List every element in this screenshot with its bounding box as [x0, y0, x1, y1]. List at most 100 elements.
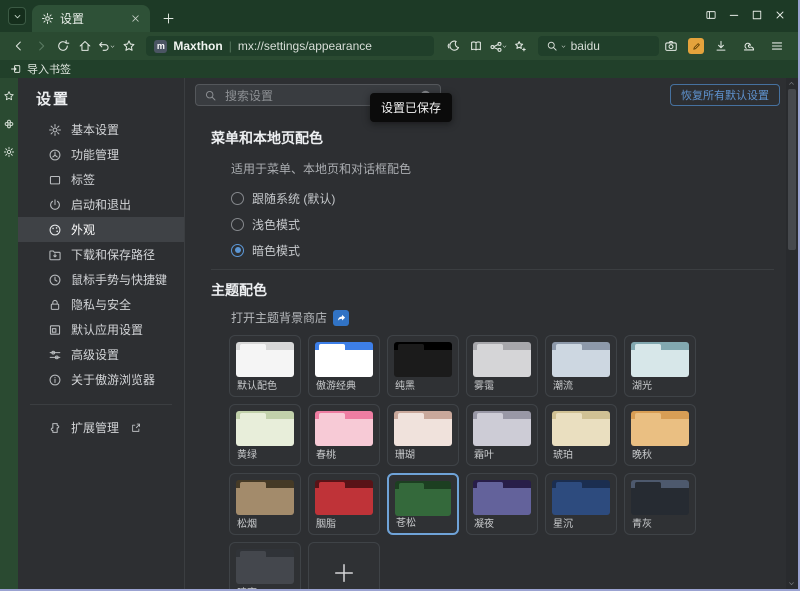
- open-theme-store-button[interactable]: [333, 310, 349, 326]
- theme-card[interactable]: 暗夜: [229, 542, 301, 589]
- theme-card[interactable]: 纯黑: [387, 335, 459, 397]
- scrollbar-thumb[interactable]: [788, 89, 796, 250]
- theme-name: 纯黑: [395, 377, 415, 392]
- sidebar-item-gear[interactable]: 基本设置: [18, 117, 184, 142]
- rail-favorites-button[interactable]: [3, 90, 15, 102]
- sidebar-item-tab[interactable]: 标签: [18, 167, 184, 192]
- tab-close-icon[interactable]: [130, 13, 141, 24]
- scroll-down-arrow[interactable]: [787, 579, 796, 588]
- theme-store-link[interactable]: 打开主题背景商店: [231, 309, 327, 326]
- restore-defaults-button[interactable]: 恢复所有默认设置: [670, 84, 780, 106]
- sidebar-item-power[interactable]: 启动和退出: [18, 192, 184, 217]
- menu-item-icon: [48, 373, 62, 387]
- tab-settings[interactable]: 设置: [32, 5, 150, 32]
- chevron-down-icon: [560, 43, 567, 50]
- forward-button[interactable]: [30, 35, 51, 57]
- theme-card[interactable]: 苍松: [387, 473, 459, 535]
- theme-name: 松烟: [237, 515, 257, 530]
- external-link-icon: [130, 422, 142, 434]
- theme-swatch: [394, 342, 452, 377]
- rail-settings-button[interactable]: [3, 146, 15, 158]
- pencil-icon: [691, 41, 702, 52]
- new-tab-button[interactable]: [162, 12, 175, 25]
- screenshot-button[interactable]: [660, 35, 682, 57]
- favorite-button[interactable]: [118, 35, 139, 57]
- theme-card[interactable]: 湖光: [624, 335, 696, 397]
- star-sparkle-icon: [513, 39, 527, 53]
- radio-option[interactable]: 浅色模式: [231, 217, 784, 231]
- theme-card[interactable]: 潮流: [545, 335, 617, 397]
- menu-item-icon: [48, 348, 62, 362]
- sidebar-item-info[interactable]: 关于傲游浏览器: [18, 367, 184, 392]
- side-rail: [0, 78, 18, 589]
- radio-option[interactable]: 暗色模式: [231, 243, 784, 257]
- radio-icon[interactable]: [231, 192, 244, 205]
- window-body: 设置已保存 设置 基本设置 功能管理 标签 启动和退出 外观 下载和保存路径 鼠…: [0, 78, 798, 589]
- theme-name: 潮流: [553, 377, 573, 392]
- back-button[interactable]: [8, 35, 29, 57]
- back-icon: [12, 39, 26, 53]
- home-button[interactable]: [74, 35, 95, 57]
- settings-page: 设置已保存 设置 基本设置 功能管理 标签 启动和退出 外观 下载和保存路径 鼠…: [18, 78, 798, 589]
- radio-option[interactable]: 跟随系统 (默认): [231, 191, 784, 205]
- scroll-up-arrow[interactable]: [787, 79, 796, 88]
- section-title-color-scheme: 菜单和本地页配色: [211, 128, 784, 148]
- main-menu-button[interactable]: [766, 35, 788, 57]
- theme-name: 霜叶: [474, 446, 494, 461]
- sidebar-item-lock[interactable]: 隐私与安全: [18, 292, 184, 317]
- plus-icon: [162, 12, 175, 25]
- theme-card[interactable]: 晚秋: [624, 404, 696, 466]
- sidebar-item-palette[interactable]: 外观: [18, 217, 184, 242]
- close-button[interactable]: [774, 9, 786, 21]
- theme-card[interactable]: 黄绿: [229, 404, 301, 466]
- theme-card[interactable]: 傲游经典: [308, 335, 380, 397]
- reload-button[interactable]: [52, 35, 73, 57]
- theme-card[interactable]: 松烟: [229, 473, 301, 535]
- workspace-button[interactable]: [705, 9, 717, 21]
- swatch-body: [236, 557, 294, 584]
- reading-mode-button[interactable]: [465, 35, 486, 57]
- sidebar-item-func[interactable]: 功能管理: [18, 142, 184, 167]
- theme-swatch: [552, 480, 610, 515]
- theme-card[interactable]: 珊瑚: [387, 404, 459, 466]
- radio-icon[interactable]: [231, 244, 244, 257]
- settings-sidebar: 设置 基本设置 功能管理 标签 启动和退出 外观 下载和保存路径 鼠标手势与快捷…: [18, 78, 184, 589]
- add-theme-card[interactable]: [308, 542, 380, 589]
- undo-button[interactable]: [96, 35, 117, 57]
- night-mode-button[interactable]: [443, 35, 464, 57]
- gear-icon: [41, 12, 54, 25]
- share-button[interactable]: [487, 35, 508, 57]
- theme-card[interactable]: 琥珀: [545, 404, 617, 466]
- theme-card[interactable]: 青灰: [624, 473, 696, 535]
- theme-card[interactable]: 默认配色: [229, 335, 301, 397]
- sidebar-item-extensions[interactable]: 扩展管理: [18, 415, 184, 440]
- quick-search-box[interactable]: baidu: [538, 36, 659, 56]
- collect-button[interactable]: [510, 35, 531, 57]
- divider: [30, 404, 172, 405]
- radio-icon[interactable]: [231, 218, 244, 231]
- maximize-button[interactable]: [751, 9, 763, 21]
- theme-card[interactable]: 星沉: [545, 473, 617, 535]
- import-bookmarks-button[interactable]: 导入书签: [27, 61, 71, 77]
- theme-card[interactable]: 凝夜: [466, 473, 538, 535]
- downloads-button[interactable]: [710, 35, 732, 57]
- sidebar-item-window[interactable]: 默认应用设置: [18, 317, 184, 342]
- notes-button[interactable]: [688, 38, 704, 54]
- theme-card[interactable]: 春桃: [308, 404, 380, 466]
- sidebar-item-folder-down[interactable]: 下载和保存路径: [18, 242, 184, 267]
- scrollbar[interactable]: [786, 78, 798, 589]
- sidebar-item-label: 默认应用设置: [71, 321, 143, 338]
- download-icon: [714, 39, 728, 53]
- rail-apps-button[interactable]: [3, 118, 15, 130]
- extensions-button[interactable]: [738, 35, 760, 57]
- sidebar-item-clock[interactable]: 鼠标手势与快捷键: [18, 267, 184, 292]
- minimize-button[interactable]: [728, 9, 740, 21]
- theme-card[interactable]: 胭脂: [308, 473, 380, 535]
- theme-card[interactable]: 霜叶: [466, 404, 538, 466]
- tab-list-chevron-button[interactable]: [8, 7, 26, 25]
- content-header: 搜索设置 恢复所有默认设置: [185, 78, 784, 106]
- theme-card[interactable]: 雾霭: [466, 335, 538, 397]
- sidebar-item-sliders[interactable]: 高级设置: [18, 342, 184, 367]
- swatch-body: [236, 488, 294, 515]
- address-bar[interactable]: m Maxthon | mx://settings/appearance: [146, 36, 434, 56]
